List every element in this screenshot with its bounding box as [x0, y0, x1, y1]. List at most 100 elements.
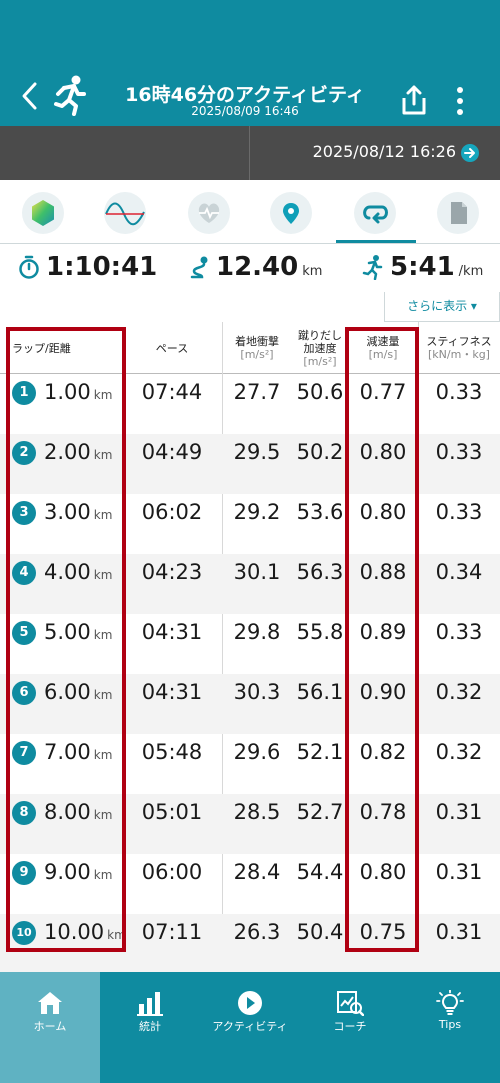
- summary-time: 1:10:41: [18, 252, 157, 282]
- lap-number-badge: 4: [12, 561, 36, 585]
- summary-pace: 5:41 /km: [362, 252, 483, 282]
- pace-cell: 05:48: [141, 740, 203, 764]
- tab-map[interactable]: [270, 192, 312, 234]
- nav-home-label: ホーム: [33, 1020, 67, 1033]
- header-push-unit: [m/s²]: [303, 354, 337, 368]
- header-push-label-2: 加速度: [303, 341, 337, 355]
- nav-tips-label: Tips: [438, 1018, 462, 1031]
- lap-distance-unit: km: [93, 388, 113, 402]
- push-off-cell: 56.1: [296, 680, 344, 704]
- header-braking: 減速量 [m/s]: [349, 322, 417, 374]
- braking-cell: 0.82: [359, 740, 407, 764]
- bar-chart-icon: [137, 992, 163, 1016]
- route-distance-icon: [190, 256, 208, 279]
- stopwatch-icon: [19, 255, 39, 279]
- header-stiffness: スティフネス [kN/m・kg]: [418, 322, 500, 374]
- hexagon-icon: [32, 200, 54, 226]
- nav-activity[interactable]: アクティビティ: [200, 972, 300, 1083]
- lap-distance-cell: 6.00 km: [44, 674, 112, 713]
- play-circle-icon: [238, 991, 262, 1015]
- share-button[interactable]: [400, 84, 428, 116]
- nav-stats[interactable]: 統計: [100, 972, 200, 1083]
- next-activity-button[interactable]: [460, 143, 480, 163]
- header-stiff-unit: [kN/m・kg]: [428, 348, 490, 361]
- lightbulb-icon: [436, 990, 464, 1015]
- table-row: 6 6.00 km 04:31 30.3 56.1 0.90 0.32: [0, 674, 500, 734]
- impact-cell: 29.6: [233, 740, 281, 764]
- show-more-button[interactable]: さらに表示 ▾: [384, 292, 500, 322]
- next-activity-date[interactable]: 2025/08/12 16:26: [313, 142, 456, 161]
- detail-tabs: [0, 184, 500, 244]
- tab-notes[interactable]: [437, 192, 479, 234]
- summary-time-value: 1:10:41: [46, 252, 158, 282]
- tab-heart-rate[interactable]: [188, 192, 230, 234]
- active-tab-indicator: [336, 240, 416, 243]
- lap-number-badge: 6: [12, 681, 36, 705]
- summary-pace-unit: /km: [458, 264, 484, 279]
- lap-distance-cell: 5.00 km: [44, 614, 112, 653]
- impact-cell: 29.8: [233, 620, 281, 644]
- lap-distance-value: 6.00: [44, 680, 91, 704]
- lap-distance-unit: km: [93, 868, 113, 882]
- lap-distance-value: 7.00: [44, 740, 91, 764]
- summary-distance-value: 12.40: [216, 252, 299, 282]
- stiffness-cell: 0.31: [435, 800, 483, 824]
- lap-number-badge: 1: [12, 381, 36, 405]
- stiffness-cell: 0.33: [435, 500, 483, 524]
- header-push-label-1: 蹴りだし: [298, 328, 342, 342]
- push-off-cell: 50.6: [296, 380, 344, 404]
- back-button[interactable]: [18, 80, 42, 112]
- pace-cell: 04:31: [141, 620, 203, 644]
- page-title: 16時46分のアクティビティ: [125, 84, 365, 106]
- lap-distance-cell: 10.00 km: [44, 914, 126, 953]
- push-off-cell: 56.3: [296, 560, 344, 584]
- app-root: 16時46分のアクティビティ 2025/08/09 16:46 2025/08/…: [0, 0, 500, 1083]
- lap-distance-value: 1.00: [44, 380, 91, 404]
- lap-distance-unit: km: [93, 568, 113, 582]
- tab-graph[interactable]: [104, 192, 146, 234]
- stiffness-cell: 0.33: [435, 440, 483, 464]
- lap-number-badge: 3: [12, 501, 36, 525]
- tab-summary[interactable]: [22, 192, 64, 234]
- document-icon: [451, 202, 467, 224]
- stiffness-cell: 0.31: [435, 860, 483, 884]
- lap-number-badge: 5: [12, 621, 36, 645]
- lap-number-badge: 8: [12, 801, 36, 825]
- table-row: 3 3.00 km 06:02 29.2 53.6 0.80 0.33: [0, 494, 500, 554]
- nav-coach[interactable]: コーチ: [300, 972, 400, 1083]
- braking-cell: 0.80: [359, 860, 407, 884]
- lap-distance-value: 4.00: [44, 560, 91, 584]
- header-push-off: 蹴りだし 加速度 [m/s²]: [292, 322, 348, 374]
- lap-distance-value: 10.00: [44, 920, 105, 944]
- chevron-left-icon: [22, 82, 37, 110]
- tab-laps[interactable]: [354, 192, 396, 234]
- impact-cell: 28.4: [233, 860, 281, 884]
- impact-cell: 27.7: [233, 380, 281, 404]
- stiffness-cell: 0.33: [435, 620, 483, 644]
- pace-cell: 06:00: [141, 860, 203, 884]
- nav-home[interactable]: ホーム: [0, 972, 100, 1083]
- lap-distance-value: 3.00: [44, 500, 91, 524]
- impact-cell: 29.2: [233, 500, 281, 524]
- pace-cell: 07:11: [141, 920, 203, 944]
- runner-icon: [52, 74, 88, 116]
- coach-chart-icon: [337, 991, 364, 1016]
- table-row: 1 1.00 km 07:44 27.7 50.6 0.77 0.33: [0, 374, 500, 434]
- heart-rate-icon: [198, 203, 220, 223]
- nav-coach-label: コーチ: [333, 1020, 367, 1033]
- impact-cell: 26.3: [233, 920, 281, 944]
- more-options-button[interactable]: [452, 86, 468, 116]
- lap-distance-unit: km: [93, 628, 113, 642]
- bottom-nav: ホーム 統計 アクティビティ コーチ Tips: [0, 972, 500, 1083]
- map-pin-icon: [283, 203, 299, 224]
- pace-cell: 07:44: [141, 380, 203, 404]
- pace-cell: 04:49: [141, 440, 203, 464]
- lap-distance-unit: km: [93, 508, 113, 522]
- push-off-cell: 50.2: [296, 440, 344, 464]
- stiffness-cell: 0.33: [435, 380, 483, 404]
- home-icon: [38, 992, 62, 1014]
- stiffness-cell: 0.32: [435, 680, 483, 704]
- impact-cell: 28.5: [233, 800, 281, 824]
- lap-distance-unit: km: [93, 808, 113, 822]
- nav-tips[interactable]: Tips: [400, 972, 500, 1083]
